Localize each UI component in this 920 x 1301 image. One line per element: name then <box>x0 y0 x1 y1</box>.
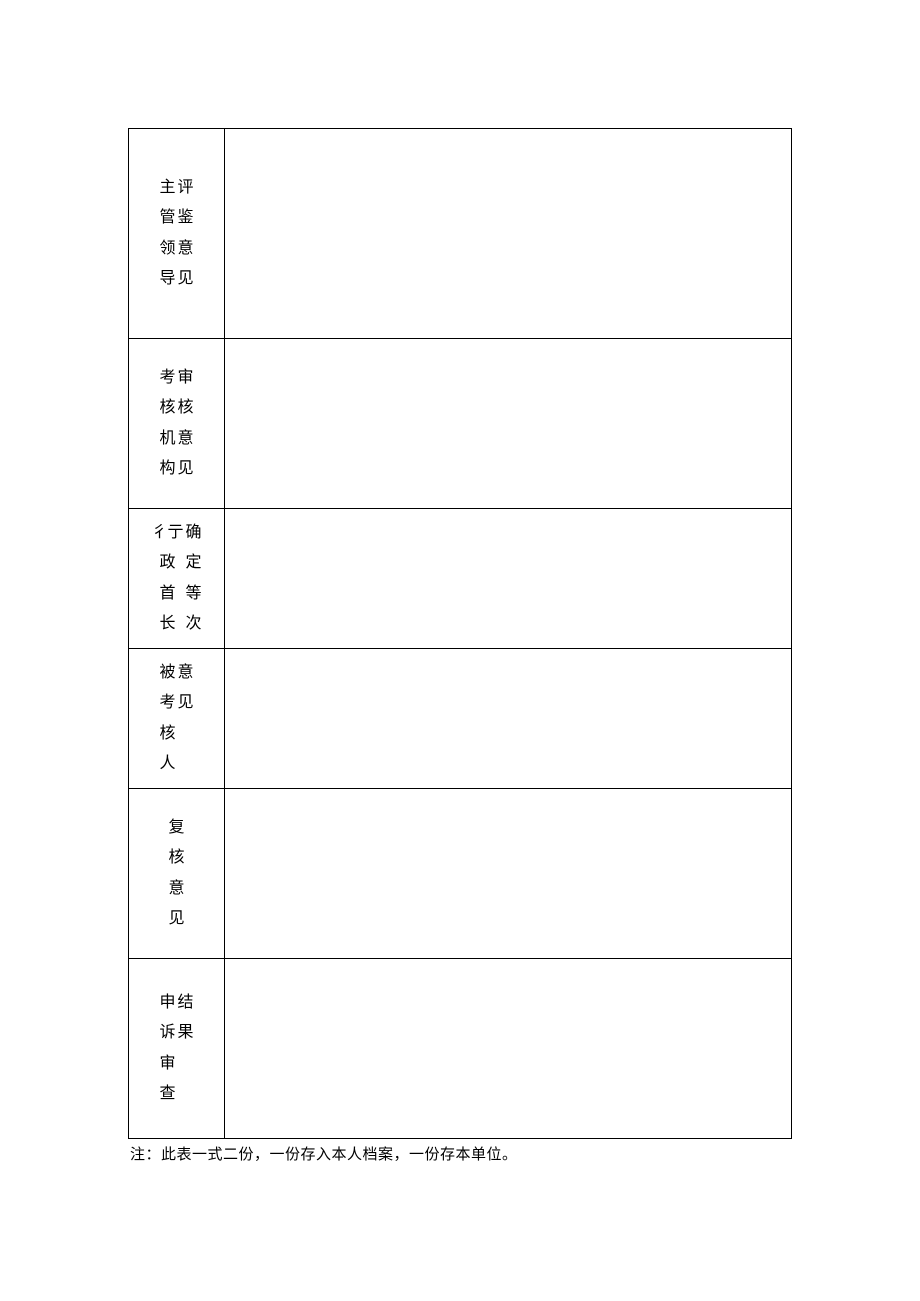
char: 审 <box>159 1049 175 1079</box>
row-appeal-content <box>225 959 792 1139</box>
row-appeal-label: 申 诉 审 查 结 果 <box>129 959 225 1139</box>
char: 机 <box>159 424 175 454</box>
char: 主 <box>159 173 175 203</box>
char: 考 <box>159 363 175 393</box>
char: 意 <box>168 874 184 904</box>
char: 鉴 <box>178 203 194 233</box>
char: 次 <box>186 609 202 639</box>
char: 意 <box>178 234 194 264</box>
char: 查 <box>159 1079 175 1109</box>
char: 领 <box>159 234 175 264</box>
char: 首 <box>159 579 175 609</box>
char: 管 <box>159 203 175 233</box>
char: 导 <box>159 264 175 294</box>
char: 核 <box>178 393 194 423</box>
char: 确 <box>186 518 202 548</box>
char: 审 <box>178 363 194 393</box>
char: 人 <box>159 749 175 779</box>
row-assess-org-content <box>225 339 792 509</box>
char: 评 <box>178 173 194 203</box>
char: 核 <box>168 843 184 873</box>
char: 结 <box>178 988 194 1018</box>
char: 定 <box>186 548 202 578</box>
char: 核 <box>159 393 175 423</box>
char: 意 <box>178 658 194 688</box>
row-assessee-label: 被 考 核 人 意 见 <box>129 649 225 789</box>
approval-table: 主 管 领 导 评 鉴 意 见 <box>128 128 792 1139</box>
char: 意 <box>178 424 194 454</box>
footnote: 注：此表一式二份，一份存入本人档案，一份存本单位。 <box>128 1143 792 1164</box>
char: 见 <box>178 688 194 718</box>
char: 构 <box>159 454 175 484</box>
row-admin-head-label: 彳亍 政 首 长 确 定 等 次 <box>129 509 225 649</box>
char: 长 <box>159 609 175 639</box>
char: 政 <box>159 548 175 578</box>
row-review-content <box>225 789 792 959</box>
char: 考 <box>159 688 175 718</box>
row-supervisor-label: 主 管 领 导 评 鉴 意 见 <box>129 129 225 339</box>
char: 彳亍 <box>151 518 183 548</box>
row-admin-head-content <box>225 509 792 649</box>
char: 果 <box>178 1018 194 1048</box>
row-supervisor-content <box>225 129 792 339</box>
char: 复 <box>168 813 184 843</box>
char: 见 <box>168 904 184 934</box>
char: 诉 <box>159 1018 175 1048</box>
row-review-label: 复 核 意 见 <box>129 789 225 959</box>
char: 申 <box>159 988 175 1018</box>
row-assess-org-label: 考 核 机 构 审 核 意 见 <box>129 339 225 509</box>
char: 见 <box>178 264 194 294</box>
char: 被 <box>159 658 175 688</box>
char: 等 <box>186 579 202 609</box>
char: 核 <box>159 719 175 749</box>
char: 见 <box>178 454 194 484</box>
row-assessee-content <box>225 649 792 789</box>
